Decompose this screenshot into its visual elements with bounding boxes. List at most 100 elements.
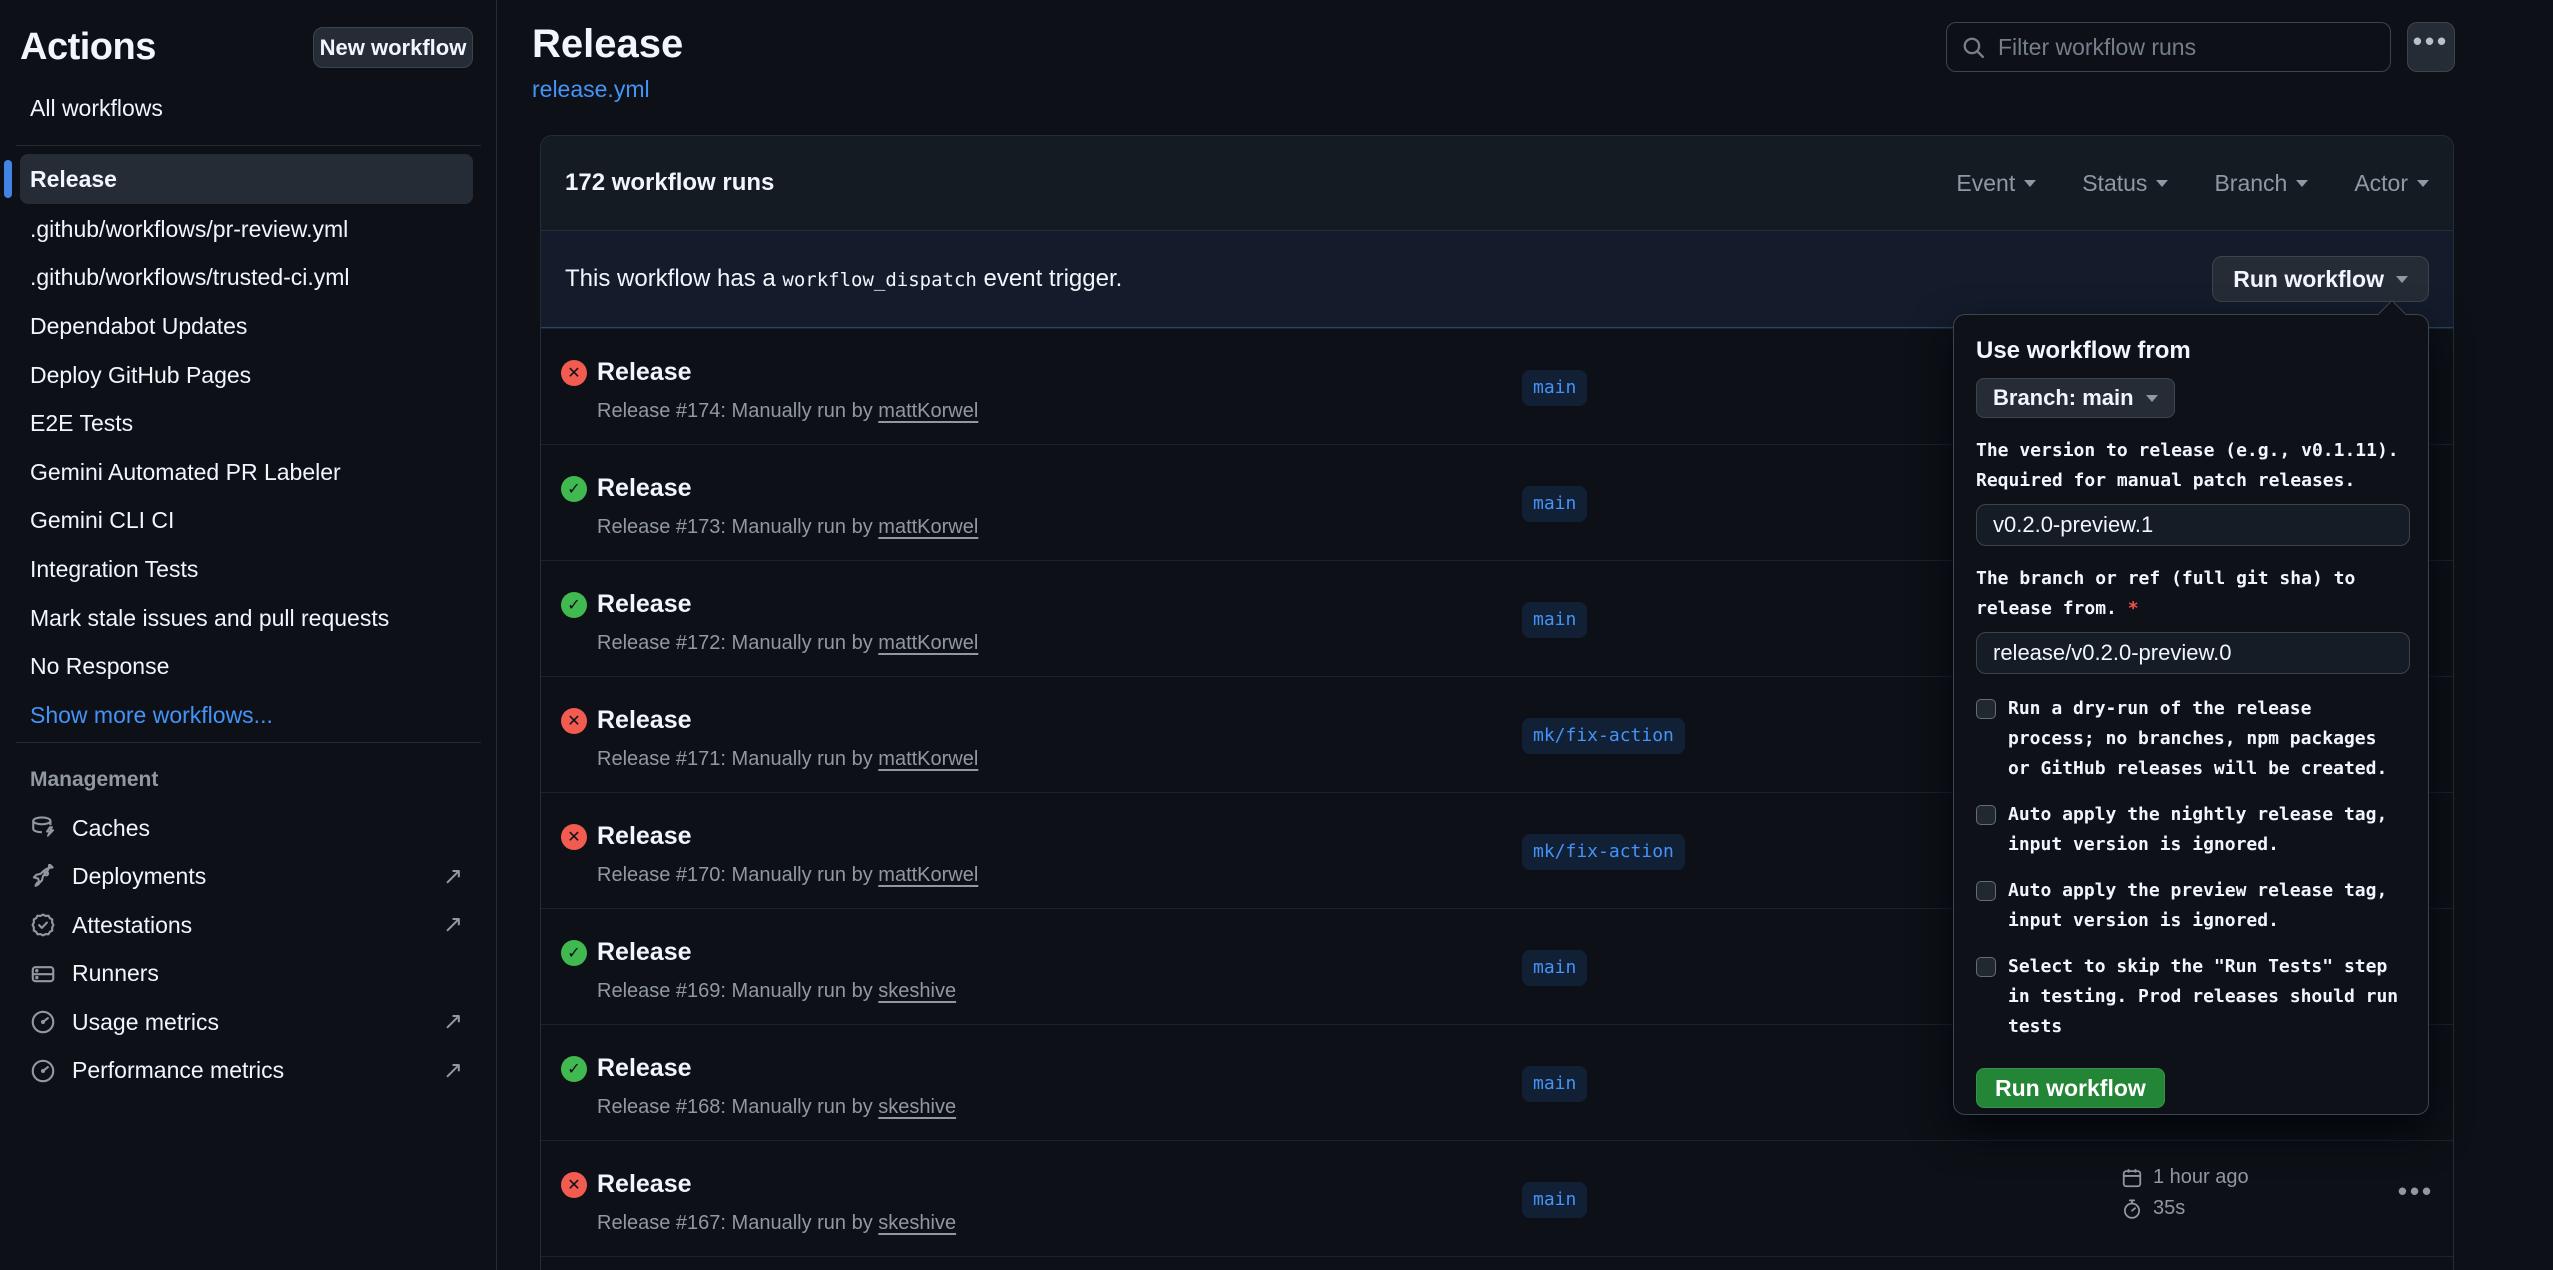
skip-tests-checkbox[interactable] xyxy=(1976,957,1996,977)
external-link-icon: ↗ xyxy=(443,865,463,889)
new-workflow-button[interactable]: New workflow xyxy=(313,27,473,68)
sidebar-item-gemini-pr-labeler[interactable]: Gemini Automated PR Labeler xyxy=(20,448,473,497)
sidebar-item-performance-metrics[interactable]: Performance metrics ↗ xyxy=(20,1047,473,1096)
sidebar-item-release[interactable]: Release xyxy=(20,154,473,204)
sidebar-item-e2e-tests[interactable]: E2E Tests xyxy=(20,399,473,448)
sidebar-item-trusted-ci[interactable]: .github/workflows/trusted-ci.yml xyxy=(20,254,473,303)
actor-filter[interactable]: Actor xyxy=(2354,170,2429,197)
sidebar-item-all-workflows[interactable]: All workflows xyxy=(20,84,473,133)
actor-link[interactable]: skeshive xyxy=(878,1096,956,1118)
verified-icon xyxy=(30,912,56,938)
run-title-link[interactable]: Release xyxy=(597,938,692,967)
sidebar-item-no-response[interactable]: No Response xyxy=(20,642,473,691)
actor-link[interactable]: mattKorwel xyxy=(878,632,978,654)
sidebar-item-dependabot-updates[interactable]: Dependabot Updates xyxy=(20,302,473,351)
workflow-file-link[interactable]: release.yml xyxy=(532,76,650,103)
actor-link[interactable]: mattKorwel xyxy=(878,864,978,886)
search-icon xyxy=(1961,35,1986,60)
sidebar-item-label: Release xyxy=(30,166,117,193)
checkbox-label[interactable]: Auto apply the preview release tag, inpu… xyxy=(2008,876,2404,936)
search-input[interactable] xyxy=(1998,34,2376,61)
chevron-down-icon xyxy=(2146,395,2158,402)
workflow-options-button[interactable]: ••• xyxy=(2407,22,2455,72)
sidebar-item-deploy-github-pages[interactable]: Deploy GitHub Pages xyxy=(20,351,473,400)
branch-badge[interactable]: mk/fix-action xyxy=(1522,834,1685,870)
cache-icon xyxy=(30,815,56,841)
skip-tests-option: Select to skip the "Run Tests" step in t… xyxy=(1976,952,2406,1042)
branch-badge[interactable]: main xyxy=(1522,1182,1587,1218)
branch-badge[interactable]: main xyxy=(1522,1066,1587,1102)
sidebar-item-runners[interactable]: Runners xyxy=(20,950,473,999)
sidebar-item-gemini-cli-ci[interactable]: Gemini CLI CI xyxy=(20,497,473,546)
workflow-list: .github/workflows/pr-review.yml .github/… xyxy=(20,205,473,740)
actor-link[interactable]: mattKorwel xyxy=(878,400,978,422)
run-options-button[interactable]: ••• xyxy=(2386,1171,2446,1211)
run-title-link[interactable]: Release xyxy=(597,1170,692,1199)
run-title-link[interactable]: Release xyxy=(597,590,692,619)
branch-select-button[interactable]: Branch: main xyxy=(1976,378,2175,418)
branch-badge[interactable]: main xyxy=(1522,950,1587,986)
run-subtitle: Release #172: Manually run by mattKorwel xyxy=(597,632,978,655)
actions-sidebar: Actions New workflow All workflows Relea… xyxy=(0,0,497,1270)
sidebar-item-label: Attestations xyxy=(72,912,192,939)
run-subtitle: Release #167: Manually run by skeshive xyxy=(597,1212,956,1235)
failure-icon xyxy=(561,360,587,386)
actor-link[interactable]: mattKorwel xyxy=(878,748,978,770)
sidebar-item-label: Caches xyxy=(72,815,150,842)
workflow-dispatch-code: workflow_dispatch xyxy=(782,269,976,291)
branch-badge[interactable]: main xyxy=(1522,602,1587,638)
meter-icon xyxy=(30,1009,56,1035)
version-input-label: The version to release (e.g., v0.1.11). … xyxy=(1976,436,2426,496)
nightly-tag-checkbox[interactable] xyxy=(1976,805,1996,825)
run-title-link[interactable]: Release xyxy=(597,1054,692,1083)
run-time-ago: 1 hour ago xyxy=(2153,1166,2249,1189)
branch-badge[interactable]: main xyxy=(1522,370,1587,406)
run-title-link[interactable]: Release xyxy=(597,822,692,851)
checkbox-label[interactable]: Run a dry-run of the release process; no… xyxy=(2008,694,2404,784)
run-subtitle: Release #171: Manually run by mattKorwel xyxy=(597,748,978,771)
ref-input-label: The branch or ref (full git sha) to rele… xyxy=(1976,564,2426,624)
branch-filter[interactable]: Branch xyxy=(2214,170,2308,197)
dry-run-option: Run a dry-run of the release process; no… xyxy=(1976,694,2406,784)
sidebar-item-usage-metrics[interactable]: Usage metrics ↗ xyxy=(20,998,473,1047)
preview-tag-option: Auto apply the preview release tag, inpu… xyxy=(1976,876,2406,936)
event-filter[interactable]: Event xyxy=(1956,170,2036,197)
run-workflow-submit-button[interactable]: Run workflow xyxy=(1976,1068,2165,1108)
chevron-down-icon xyxy=(2396,276,2408,283)
success-icon xyxy=(561,476,587,502)
sidebar-item-caches[interactable]: Caches xyxy=(20,804,473,853)
sidebar-item-attestations[interactable]: Attestations ↗ xyxy=(20,901,473,950)
sidebar-item-pr-review[interactable]: .github/workflows/pr-review.yml xyxy=(20,205,473,254)
sidebar-item-integration-tests[interactable]: Integration Tests xyxy=(20,545,473,594)
sidebar-item-mark-stale[interactable]: Mark stale issues and pull requests xyxy=(20,594,473,643)
preview-tag-checkbox[interactable] xyxy=(1976,881,1996,901)
checkbox-label[interactable]: Auto apply the nightly release tag, inpu… xyxy=(2008,800,2404,860)
sidebar-item-label: Usage metrics xyxy=(72,1009,219,1036)
checkbox-label[interactable]: Select to skip the "Run Tests" step in t… xyxy=(2008,952,2404,1042)
page-title: Release xyxy=(532,22,683,67)
status-filter[interactable]: Status xyxy=(2082,170,2168,197)
branch-badge[interactable]: main xyxy=(1522,486,1587,522)
sidebar-divider xyxy=(16,145,481,146)
filter-workflow-runs-field[interactable] xyxy=(1946,22,2391,72)
runs-filters: Event Status Branch Actor xyxy=(1956,170,2429,197)
workflow-run-row[interactable]: Release Release #167: Manually run by sk… xyxy=(541,1140,2453,1256)
sidebar-item-deployments[interactable]: Deployments ↗ xyxy=(20,853,473,902)
actor-link[interactable]: mattKorwel xyxy=(878,516,978,538)
ref-input[interactable] xyxy=(1976,632,2410,674)
sidebar-title: Actions xyxy=(20,26,156,69)
run-workflow-panel: Use workflow from Branch: main The versi… xyxy=(1953,314,2429,1115)
dry-run-checkbox[interactable] xyxy=(1976,699,1996,719)
actor-link[interactable]: skeshive xyxy=(878,980,956,1002)
run-title-link[interactable]: Release xyxy=(597,706,692,735)
external-link-icon: ↗ xyxy=(443,1059,463,1083)
success-icon xyxy=(561,592,587,618)
run-workflow-dropdown-button[interactable]: Run workflow xyxy=(2212,256,2429,302)
run-title-link[interactable]: Release xyxy=(597,474,692,503)
failure-icon xyxy=(561,824,587,850)
branch-badge[interactable]: mk/fix-action xyxy=(1522,718,1685,754)
run-title-link[interactable]: Release xyxy=(597,358,692,387)
show-more-workflows-link[interactable]: Show more workflows... xyxy=(20,691,473,740)
actor-link[interactable]: skeshive xyxy=(878,1212,956,1234)
version-input[interactable] xyxy=(1976,504,2410,546)
